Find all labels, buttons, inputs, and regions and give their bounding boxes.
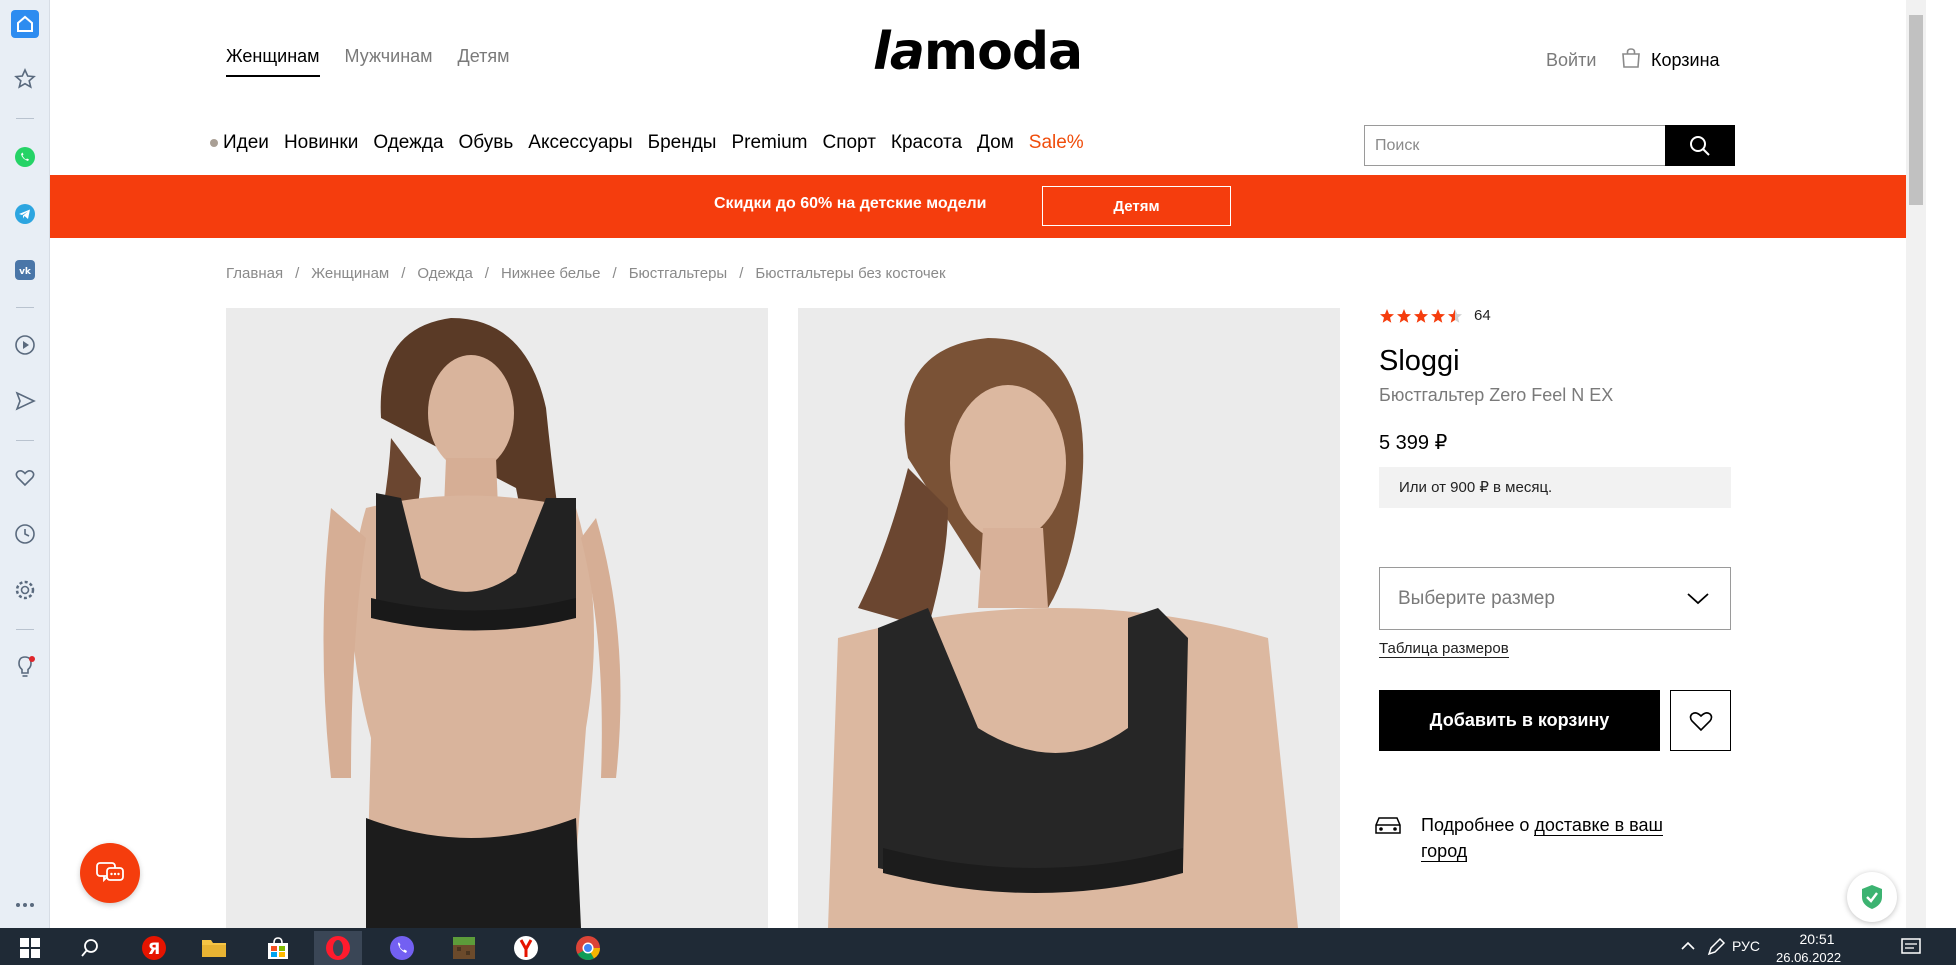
taskbar: Я РУС 20:51 26.06.2022 xyxy=(0,928,1956,965)
chevron-up-icon[interactable] xyxy=(1680,938,1696,959)
chat-button[interactable] xyxy=(80,843,140,903)
promo-text: Скидки до 60% на детские модели xyxy=(714,195,987,212)
breadcrumb-women[interactable]: Женщинам xyxy=(311,265,389,282)
svg-text:Я: Я xyxy=(148,939,160,958)
nav-accessories[interactable]: Аксессуары xyxy=(528,132,632,154)
search-button[interactable] xyxy=(1665,125,1735,166)
more-icon[interactable] xyxy=(10,890,40,920)
chrome-icon[interactable] xyxy=(564,931,612,965)
settings-icon[interactable] xyxy=(10,575,40,605)
nav-brands[interactable]: Бренды xyxy=(648,132,717,154)
whatsapp-icon[interactable] xyxy=(10,142,40,172)
nav-home[interactable]: Дом xyxy=(977,132,1014,154)
chat-icon xyxy=(96,862,124,883)
login-link[interactable]: Войти xyxy=(1546,50,1596,71)
nav-shoes[interactable]: Обувь xyxy=(459,132,514,154)
file-explorer-icon[interactable] xyxy=(190,931,238,965)
search-input[interactable] xyxy=(1364,125,1665,166)
vk-icon[interactable]: vk xyxy=(10,255,40,285)
yandex-icon[interactable] xyxy=(502,931,550,965)
chevron-down-icon xyxy=(1687,592,1709,604)
search-icon[interactable] xyxy=(66,931,114,965)
search-icon xyxy=(1690,135,1710,156)
nav-clothes[interactable]: Одежда xyxy=(373,132,443,154)
tab-kids[interactable]: Детям xyxy=(458,46,510,77)
gender-nav: Женщинам Мужчинам Детям xyxy=(226,46,510,77)
category-nav: Идеи Новинки Одежда Обувь Аксессуары Бре… xyxy=(210,132,1084,154)
pen-icon[interactable] xyxy=(1706,937,1726,962)
language-indicator[interactable]: РУС xyxy=(1732,938,1760,954)
rating-count: 64 xyxy=(1474,307,1491,324)
size-select[interactable]: Выберите размер xyxy=(1379,567,1731,630)
heart-icon xyxy=(1689,711,1712,731)
product-photo-closeup[interactable] xyxy=(798,308,1340,928)
breadcrumb-underwear[interactable]: Нижнее белье xyxy=(501,265,601,282)
tab-women[interactable]: Женщинам xyxy=(226,46,320,77)
delivery-prefix: Подробнее о xyxy=(1421,815,1535,835)
viber-icon[interactable] xyxy=(378,931,426,965)
product-price: 5 399 ₽ xyxy=(1379,432,1448,454)
browser-sidebar: vk xyxy=(0,0,50,928)
cart-label: Корзина xyxy=(1651,50,1720,70)
tab-men[interactable]: Мужчинам xyxy=(345,46,433,77)
minecraft-icon[interactable] xyxy=(440,931,488,965)
ideas-dot-icon xyxy=(210,139,218,147)
add-to-cart-button[interactable]: Добавить в корзину xyxy=(1379,690,1660,751)
yandex-browser-icon[interactable]: Я xyxy=(130,931,178,965)
size-select-label: Выберите размер xyxy=(1398,587,1555,609)
telegram-icon[interactable] xyxy=(10,199,40,229)
page-viewport: Женщинам Мужчинам Детям lamoda Войти Кор… xyxy=(50,0,1906,928)
nav-premium[interactable]: Premium xyxy=(731,132,807,154)
notifications-icon[interactable] xyxy=(1900,936,1922,963)
opera-browser-icon[interactable] xyxy=(314,931,362,965)
store-icon[interactable] xyxy=(254,931,302,965)
product-photo-front[interactable] xyxy=(226,308,768,928)
product-brand[interactable]: Sloggi xyxy=(1379,345,1460,378)
nav-sport[interactable]: Спорт xyxy=(822,132,875,154)
send-icon[interactable] xyxy=(10,386,40,416)
nav-new[interactable]: Новинки xyxy=(284,132,358,154)
rating[interactable]: 64 xyxy=(1379,307,1491,324)
lamoda-logo[interactable]: lamoda xyxy=(873,22,1083,82)
breadcrumb-home[interactable]: Главная xyxy=(226,265,283,282)
lightbulb-icon[interactable] xyxy=(10,652,40,682)
player-icon[interactable] xyxy=(10,330,40,360)
page-scrollbar[interactable] xyxy=(1906,0,1926,928)
shield-check-icon xyxy=(1862,885,1882,909)
car-icon xyxy=(1375,817,1401,834)
breadcrumb: Главная / Женщинам / Одежда / Нижнее белье /… xyxy=(226,265,946,282)
svg-text:vk: vk xyxy=(19,267,32,277)
add-to-favorites-button[interactable] xyxy=(1670,690,1731,751)
breadcrumb-bras[interactable]: Бюстгальтеры xyxy=(629,265,728,282)
breadcrumb-wireless-bras[interactable]: Бюстгальтеры без косточек xyxy=(755,265,945,282)
nav-ideas[interactable]: Идеи xyxy=(223,132,269,154)
windows-start-icon[interactable] xyxy=(6,931,54,965)
breadcrumb-clothes[interactable]: Одежда xyxy=(417,265,472,282)
clock-date[interactable]: 26.06.2022 xyxy=(1776,950,1841,965)
cart-link[interactable]: Корзина xyxy=(1619,46,1720,75)
nav-sale[interactable]: Sale% xyxy=(1029,132,1084,154)
promo-banner: Скидки до 60% на детские модели Детям xyxy=(50,175,1906,238)
size-table-link[interactable]: Таблица размеров xyxy=(1379,640,1509,658)
clock-icon[interactable] xyxy=(10,519,40,549)
security-badge[interactable] xyxy=(1847,872,1897,922)
delivery-info: Подробнее о доставке в ваш город xyxy=(1373,812,1681,864)
search-bar xyxy=(1364,125,1735,166)
clock-time[interactable]: 20:51 xyxy=(1792,931,1842,947)
heart-icon[interactable] xyxy=(10,463,40,493)
rating-stars-icon xyxy=(1380,308,1462,323)
star-icon[interactable] xyxy=(10,64,40,94)
product-name: Бюстгальтер Zero Feel N EX xyxy=(1379,385,1614,405)
installment-info[interactable]: Или от 900 ₽ в месяц. xyxy=(1379,467,1731,508)
promo-kids-button[interactable]: Детям xyxy=(1042,186,1231,226)
nav-beauty[interactable]: Красота xyxy=(891,132,962,154)
home-icon[interactable] xyxy=(10,9,40,39)
scrollbar-thumb[interactable] xyxy=(1909,15,1923,205)
shopping-bag-icon xyxy=(1619,46,1643,75)
